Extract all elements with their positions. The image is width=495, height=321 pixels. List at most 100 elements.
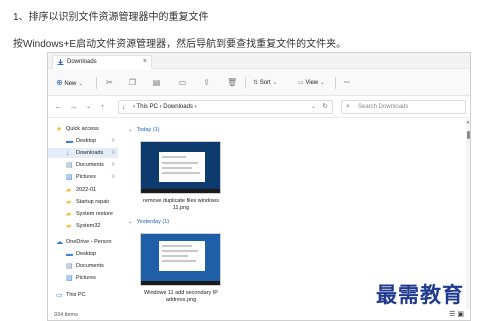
sidebar-item-documents[interactable]: ▤ Documents xyxy=(66,261,118,271)
tab-label: Downloads xyxy=(67,59,97,65)
cloud-icon: ☁ xyxy=(56,239,63,246)
sidebar-item-pictures[interactable]: ▨ Pictures ⚲ xyxy=(66,172,118,182)
address-input[interactable]: ↓ › This PC › Downloads › ⌄ ↻ xyxy=(118,100,333,114)
group-label: Yesterday (1) xyxy=(136,219,170,225)
breadcrumb-sep: › xyxy=(159,104,162,110)
sidebar-item-label: OneDrive - Person xyxy=(66,239,112,245)
download-icon: ↓ xyxy=(122,104,126,111)
view-icon: ▭ xyxy=(298,80,304,86)
navigation-pane: ★ Quick access ▬ Desktop ⚲ ↓ Downloads ⚲ ▤ Docume… xyxy=(48,119,118,309)
article-line-1: 1、排序以识别文件资源管理器中的重复文件 xyxy=(13,12,209,23)
share-icon[interactable]: ⇪ xyxy=(202,78,211,87)
breadcrumb-this-pc[interactable]: This PC xyxy=(137,104,158,110)
thumbnail-view-icon[interactable]: ▣ xyxy=(457,311,464,318)
recent-locations-chevron-icon[interactable]: ⌄ xyxy=(84,102,93,112)
breadcrumb-downloads[interactable]: Downloads xyxy=(163,104,193,110)
pin-icon: ⚲ xyxy=(111,150,115,156)
search-placeholder: Search Downloads xyxy=(358,104,409,110)
sidebar-item-desktop[interactable]: ▬ Desktop ⚲ xyxy=(66,136,118,146)
download-icon: ↓ xyxy=(66,150,70,157)
pin-icon: ⚲ xyxy=(111,162,115,168)
sort-button[interactable]: ⇅ Sort ⌄ xyxy=(253,77,277,89)
item-count: 934 items xyxy=(54,312,78,318)
taskbar-preview xyxy=(141,281,220,285)
toolbar-divider xyxy=(245,77,246,89)
view-label: View xyxy=(305,80,319,86)
command-bar: ⊕ New ⌄ ✂ ❐ ▤ ▭ ⇪ 🗑 ⇅ Sort ⌄ ▭ View ⌄ ··… xyxy=(48,70,470,96)
sidebar-item-startup-repair[interactable]: ▰ Startup repair xyxy=(66,197,118,207)
sidebar-item-system32[interactable]: ▰ System32 xyxy=(66,221,118,231)
more-options-button[interactable]: ··· xyxy=(344,77,350,89)
computer-icon: ▭ xyxy=(56,292,63,299)
file-name[interactable]: remove duplicate files windows 11.png xyxy=(136,198,226,212)
taskbar-preview xyxy=(141,189,220,193)
sidebar-item-label: Quick access xyxy=(66,126,99,132)
address-dropdown-chevron-icon[interactable]: ⌄ xyxy=(311,101,316,113)
collapse-chevron-icon: ⌄ xyxy=(128,127,133,133)
group-label: Today (1) xyxy=(136,127,160,133)
sidebar-item-documents[interactable]: ▤ Documents ⚲ xyxy=(66,160,118,170)
folder-icon: ▰ xyxy=(66,223,72,230)
chevron-down-icon: ⌄ xyxy=(319,80,325,86)
status-bar: 934 items ☰ ▣ xyxy=(48,309,470,320)
folder-icon: ▰ xyxy=(66,211,72,218)
sort-label: Sort xyxy=(259,80,271,86)
download-folder-icon xyxy=(57,59,64,65)
paste-icon[interactable]: ▤ xyxy=(152,78,161,87)
title-bar: Downloads × xyxy=(48,53,470,69)
watermark-logo: 最需教育 xyxy=(376,282,464,307)
desktop-icon: ▬ xyxy=(66,251,73,258)
vertical-scrollbar[interactable]: ▲ xyxy=(466,119,470,309)
sidebar-item-label: Startup repair xyxy=(76,199,110,205)
picture-icon: ▨ xyxy=(66,174,73,181)
back-arrow-icon[interactable]: ← xyxy=(54,102,63,112)
group-header-today[interactable]: ⌄ Today (1) xyxy=(128,127,160,133)
chevron-down-icon: ⌄ xyxy=(78,81,84,87)
file-name[interactable]: Windows 11 add secondary IP address.png xyxy=(136,290,226,304)
sidebar-item-desktop[interactable]: ▬ Desktop xyxy=(66,249,118,259)
sidebar-item-label: Documents xyxy=(76,263,104,269)
forward-arrow-icon[interactable]: → xyxy=(69,102,78,112)
sidebar-item-system-restore[interactable]: ▰ System restore xyxy=(66,209,118,219)
desktop-icon: ▬ xyxy=(66,138,73,145)
scrollbar-thumb[interactable] xyxy=(467,131,470,139)
copy-icon[interactable]: ❐ xyxy=(128,78,137,87)
sidebar-item-pictures[interactable]: ▨ Pictures xyxy=(66,273,118,283)
group-header-yesterday[interactable]: ⌄ Yesterday (1) xyxy=(128,219,169,225)
star-icon: ★ xyxy=(56,126,63,133)
sidebar-item-2022-01[interactable]: ▰ 2022-01 xyxy=(66,185,118,195)
search-icon: ⌕ xyxy=(346,103,350,110)
pin-icon: ⚲ xyxy=(111,138,115,144)
sidebar-item-downloads[interactable]: ↓ Downloads ⚲ xyxy=(48,148,118,158)
new-label: New xyxy=(64,81,77,87)
tab-downloads[interactable]: Downloads × xyxy=(52,55,152,69)
document-icon: ▤ xyxy=(66,162,73,169)
view-toggle: ☰ ▣ xyxy=(449,309,464,320)
rename-icon[interactable]: ▭ xyxy=(178,78,187,87)
sidebar-item-quick-access[interactable]: ★ Quick access xyxy=(56,124,118,134)
pin-icon: ⚲ xyxy=(111,174,115,180)
refresh-icon[interactable]: ↻ xyxy=(322,101,328,113)
sort-icon: ⇅ xyxy=(253,80,259,86)
sidebar-item-onedrive-person[interactable]: ☁ OneDrive - Person xyxy=(56,237,118,247)
cut-icon[interactable]: ✂ xyxy=(105,78,114,87)
document-icon: ▤ xyxy=(66,263,73,270)
view-button[interactable]: ▭ View ⌄ xyxy=(298,77,325,89)
plus-icon: ⊕ xyxy=(56,78,63,87)
sidebar-item-label: Desktop xyxy=(76,251,97,257)
details-view-icon[interactable]: ☰ xyxy=(449,311,455,318)
delete-icon[interactable]: 🗑 xyxy=(227,78,237,87)
sidebar-item-label: This PC xyxy=(66,292,86,298)
search-input[interactable]: ⌕ Search Downloads xyxy=(341,100,466,114)
sidebar-item-label: System32 xyxy=(76,223,101,229)
sidebar-item-label: Pictures xyxy=(76,275,96,281)
file-thumbnail[interactable] xyxy=(140,233,221,286)
screenshot-preview xyxy=(159,152,205,182)
new-button[interactable]: ⊕ New ⌄ xyxy=(56,77,83,89)
file-thumbnail[interactable] xyxy=(140,141,221,194)
up-arrow-icon[interactable]: ↑ xyxy=(98,102,107,112)
sidebar-item-label: 2022-01 xyxy=(76,187,97,193)
sidebar-item-this-pc[interactable]: ▭ This PC xyxy=(56,290,118,300)
scroll-up-icon[interactable]: ▲ xyxy=(466,119,470,124)
close-tab-icon[interactable]: × xyxy=(143,56,147,68)
